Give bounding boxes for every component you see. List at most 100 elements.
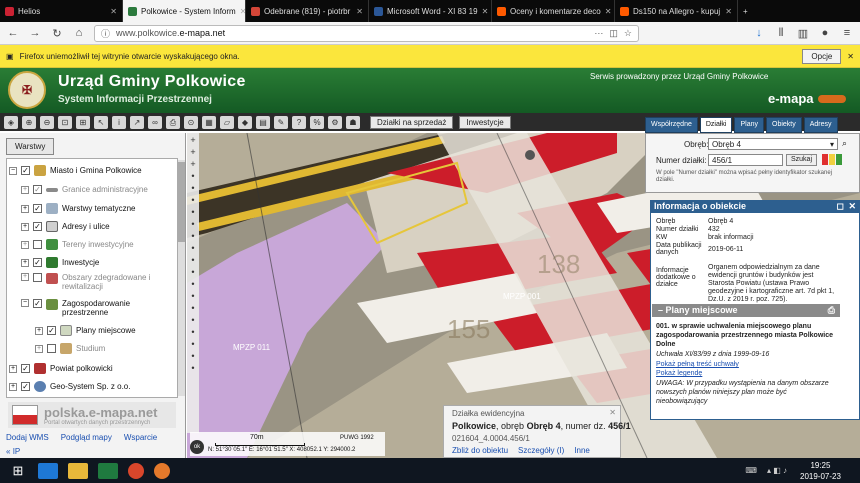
layer-item[interactable]: + ✓ Warstwy tematyczne bbox=[21, 203, 136, 214]
zoom-slider-icon[interactable]: • bbox=[191, 256, 194, 265]
layer-item[interactable]: + ✓ Inwestycje bbox=[21, 257, 99, 268]
layer-item[interactable]: − ✓ Zagospodarowanie przestrzenne bbox=[21, 299, 171, 317]
help-icon[interactable]: ? bbox=[292, 115, 306, 129]
zoom-out-icon[interactable]: ⊖ bbox=[40, 115, 54, 129]
map-preview-link[interactable]: Podgląd mapy bbox=[61, 433, 112, 442]
zoom-slider-icon[interactable]: • bbox=[191, 184, 194, 193]
layer-checkbox[interactable]: ✓ bbox=[47, 326, 56, 335]
shape-icon[interactable]: ◆ bbox=[238, 115, 252, 129]
layer-checkbox[interactable]: ✓ bbox=[33, 258, 42, 267]
people-icon[interactable]: ☗ bbox=[346, 115, 360, 129]
layer-item[interactable]: + ✓ Plany miejscowe bbox=[35, 325, 136, 336]
forward-icon[interactable]: → bbox=[28, 27, 42, 39]
browser-tab[interactable]: Oceny i komentarze deco ✕ bbox=[492, 0, 615, 22]
layer-checkbox[interactable] bbox=[47, 344, 56, 353]
options-button[interactable]: Opcje bbox=[802, 48, 842, 64]
tab-coordinates[interactable]: Współrzędne bbox=[645, 117, 698, 133]
sale-parcels-button[interactable]: Działki na sprzedaż bbox=[370, 115, 454, 129]
search-icon[interactable]: ⌕ bbox=[842, 138, 847, 149]
browser-tab[interactable]: Helios ✕ bbox=[0, 0, 123, 22]
firefox-icon[interactable] bbox=[154, 462, 170, 479]
layer-item[interactable]: + Obszary zdegradowane i rewitalizacji bbox=[21, 273, 171, 291]
print-icon[interactable]: ⎙ bbox=[166, 115, 180, 129]
close-icon[interactable]: ✕ bbox=[848, 201, 856, 212]
browser-tab[interactable]: Odebrane (819) - piotrbr ✕ bbox=[246, 0, 369, 22]
layer-item[interactable]: + Studium bbox=[35, 343, 105, 354]
menu-icon[interactable]: ≡ bbox=[840, 27, 854, 39]
expand-toggle[interactable]: + bbox=[21, 258, 29, 267]
ip-link[interactable]: « IP bbox=[6, 447, 20, 456]
area-icon[interactable]: ▱ bbox=[220, 115, 234, 129]
layer-item[interactable]: + ✓ Granice administracyjne bbox=[21, 185, 148, 194]
expand-toggle[interactable]: + bbox=[21, 273, 29, 281]
close-tab-icon[interactable]: ✕ bbox=[605, 7, 612, 16]
info-tool-icon[interactable]: i bbox=[112, 115, 126, 129]
system-tray-icons[interactable]: ▴ ◧ ♪ bbox=[767, 466, 787, 475]
internet-explorer-icon[interactable] bbox=[38, 462, 58, 479]
zoom-to-object-link[interactable]: Zbliż do obiektu bbox=[452, 446, 508, 455]
zoom-slider-icon[interactable]: • bbox=[191, 208, 194, 217]
bookmark-star-icon[interactable]: ☆ bbox=[624, 28, 632, 39]
zoom-slider-icon[interactable]: • bbox=[191, 328, 194, 337]
pocket-icon[interactable]: ◫ bbox=[609, 28, 618, 39]
coord-system[interactable]: PUWG 1992 bbox=[340, 435, 374, 441]
tab-parcels[interactable]: Działki bbox=[699, 117, 733, 133]
windows-start-icon[interactable]: ⊞ bbox=[8, 463, 28, 479]
expand-toggle[interactable]: + bbox=[35, 344, 43, 353]
zoom-slider-icon[interactable]: • bbox=[191, 196, 194, 205]
expand-toggle[interactable]: + bbox=[21, 240, 29, 249]
select-arrow-icon[interactable]: ↖ bbox=[94, 115, 108, 129]
layer-checkbox[interactable]: ✓ bbox=[21, 364, 30, 373]
url-bar[interactable]: ⓘ www.polkowice.e-mapa.net ··· ◫ ☆ bbox=[94, 24, 639, 42]
collapse-toggle[interactable]: − bbox=[21, 299, 29, 307]
draw-icon[interactable]: ✎ bbox=[274, 115, 288, 129]
zoom-slider-icon[interactable]: • bbox=[191, 364, 194, 373]
show-full-resolution-link[interactable]: Pokaż pełną treść uchwały bbox=[656, 361, 739, 368]
tab-objects[interactable]: Obiekty bbox=[766, 117, 802, 133]
portal-banner[interactable]: polska.e-mapa.net Portal otwartych danyc… bbox=[8, 402, 176, 428]
layer-item[interactable]: + ✓ Powiat polkowicki bbox=[9, 363, 113, 374]
layer-item[interactable]: + ✓ Adresy i ulice bbox=[21, 221, 110, 232]
tab-plans[interactable]: Plany bbox=[734, 117, 764, 133]
support-link[interactable]: Wsparcie bbox=[124, 433, 157, 442]
layer-item[interactable]: + ✓ Geo-System Sp. z o.o. bbox=[9, 381, 130, 392]
info-icon[interactable]: ⓘ bbox=[101, 27, 110, 40]
file-explorer-icon[interactable] bbox=[68, 462, 88, 479]
percent-icon[interactable]: % bbox=[310, 115, 324, 129]
grid-icon[interactable]: ▦ bbox=[202, 115, 216, 129]
other-link[interactable]: Inne bbox=[574, 446, 590, 455]
expand-toggle[interactable]: + bbox=[9, 382, 17, 391]
back-icon[interactable]: ← bbox=[6, 27, 20, 39]
library-icon[interactable]: ⫴ bbox=[774, 27, 788, 40]
browser-tab[interactable]: Ds150 na Allegro - kupuj ✕ bbox=[615, 0, 738, 22]
tab-layers[interactable]: Warstwy bbox=[6, 138, 55, 155]
layer-checkbox[interactable]: ✓ bbox=[21, 166, 30, 175]
layer-checkbox[interactable]: ✓ bbox=[33, 299, 42, 308]
expand-toggle[interactable]: + bbox=[21, 185, 29, 194]
zoom-slider-icon[interactable]: • bbox=[191, 292, 194, 301]
excel-icon[interactable] bbox=[98, 462, 118, 479]
zoom-slider-icon[interactable]: • bbox=[191, 340, 194, 349]
zoom-window-icon[interactable]: ⊡ bbox=[58, 115, 72, 129]
layer-checkbox[interactable]: ✓ bbox=[33, 204, 42, 213]
system-clock[interactable]: 19:25 2019-07-23 bbox=[800, 460, 841, 482]
show-legend-link[interactable]: Pokaż legendę bbox=[656, 370, 702, 377]
pan-right-icon[interactable]: + bbox=[190, 160, 195, 169]
close-icon[interactable]: ✕ bbox=[609, 408, 616, 417]
measure-icon[interactable]: ↗ bbox=[130, 115, 144, 129]
expand-toggle[interactable]: + bbox=[21, 222, 29, 231]
layer-checkbox[interactable]: ✓ bbox=[33, 222, 42, 231]
zoom-slider-icon[interactable]: • bbox=[191, 316, 194, 325]
close-icon[interactable]: ✕ bbox=[847, 52, 854, 61]
ok-button[interactable]: ok bbox=[190, 440, 204, 454]
keyboard-icon[interactable]: ⌨ bbox=[745, 466, 757, 475]
details-link[interactable]: Szczegóły (I) bbox=[518, 446, 564, 455]
maximize-icon[interactable]: ◻ bbox=[837, 201, 844, 212]
tab-addresses[interactable]: Adresy bbox=[803, 117, 838, 133]
region-select[interactable]: Obręb 4 ▾ bbox=[708, 138, 838, 150]
print-icon[interactable]: ⎙ bbox=[828, 305, 835, 316]
pan-left-icon[interactable]: + bbox=[190, 148, 195, 157]
zoom-slider-icon[interactable]: • bbox=[191, 280, 194, 289]
layer-scrollbar[interactable] bbox=[178, 160, 185, 396]
pan-up-icon[interactable]: + bbox=[190, 136, 195, 145]
